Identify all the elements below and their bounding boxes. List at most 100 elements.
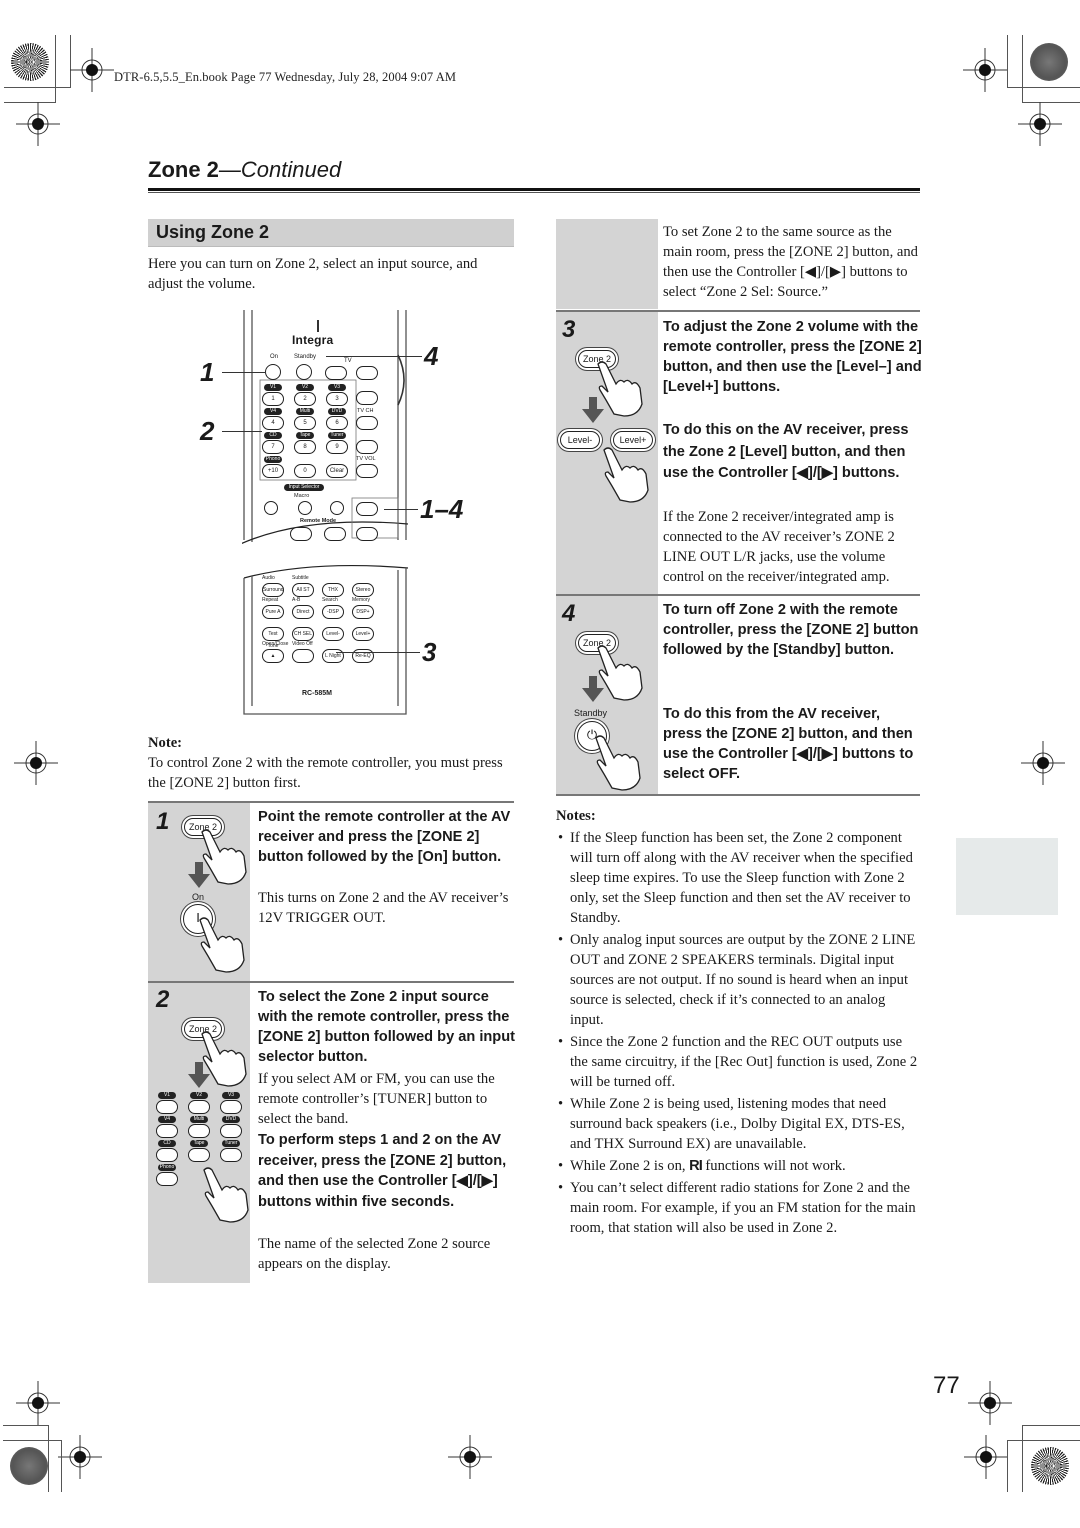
remote-input-button: 0 xyxy=(294,464,316,478)
remote-input-tag: V1 xyxy=(264,384,282,391)
remote-tv-input-button xyxy=(356,366,378,380)
remote-input-button: +10 xyxy=(262,464,284,478)
remote-lower-button: All ST xyxy=(292,583,314,597)
remote-input-button: 1 xyxy=(262,392,284,406)
step-2-continued-icon-column xyxy=(556,219,658,309)
remote-lower-button: Surround xyxy=(262,583,284,597)
registration-mark-icon xyxy=(968,1381,1012,1425)
remote-input-button: 8 xyxy=(294,440,316,454)
remote-lower-button: Test Tone xyxy=(262,627,284,649)
remote-input-button: 4 xyxy=(262,416,284,430)
remote-lower-button: THX xyxy=(322,583,344,597)
on-button-label: On xyxy=(192,892,205,902)
remote-button-label: Video Off xyxy=(292,641,313,647)
input-button-icon xyxy=(156,1124,178,1138)
remote-macro-1-button xyxy=(264,501,278,515)
remote-zone2-button xyxy=(356,502,378,516)
callout-2: 2 xyxy=(200,416,215,446)
print-header-meta: DTR-6.5,5.5_En.book Page 77 Wednesday, J… xyxy=(114,70,457,84)
remote-mode-label: Remote Mode xyxy=(300,518,337,524)
pointing-hand-icon xyxy=(595,735,641,791)
page-title-main: Zone 2 xyxy=(148,157,219,182)
callout-line xyxy=(222,372,266,373)
remote-lower-button: DSP+ xyxy=(352,605,374,619)
remote-standby-button xyxy=(296,364,312,380)
step-1-heading: Point the remote controller at the AV re… xyxy=(258,809,511,865)
remote-input-button: 9 xyxy=(326,440,348,454)
tv-ch-label: TV CH xyxy=(357,408,374,414)
note-item: If the Sleep function has been set, the … xyxy=(556,828,920,928)
input-tag-icon: Tape xyxy=(190,1140,208,1147)
remote-input-tag: Phono xyxy=(264,456,282,463)
color-target-star-top-left xyxy=(11,43,49,81)
remote-button-label: Audio xyxy=(262,575,275,581)
crop-line xyxy=(1007,35,1008,88)
note-ri-text-before: While Zone 2 is on, xyxy=(570,1158,690,1174)
crop-line xyxy=(1007,1440,1080,1441)
callout-1-4: 1–4 xyxy=(420,494,464,524)
step-4-number: 4 xyxy=(562,600,576,627)
step-2-body: If you select AM or FM, you can use the … xyxy=(258,1071,495,1127)
remote-brand-logo: Integra xyxy=(292,333,334,347)
page-title-continued: —Continued xyxy=(218,157,342,182)
input-button-icon xyxy=(220,1148,242,1162)
registration-mark-icon xyxy=(14,741,58,785)
standby-label: Standby xyxy=(294,354,317,360)
registration-mark-icon xyxy=(16,102,60,146)
note-ri-text-after: functions will not work. xyxy=(701,1158,846,1174)
remote-button-label: Repeat xyxy=(262,597,279,603)
remote-lower-button: Level- xyxy=(322,627,344,641)
macro-label: Macro xyxy=(294,493,310,499)
input-tag-icon: CD xyxy=(158,1140,176,1147)
arrow-down-icon xyxy=(188,1062,210,1088)
title-rule-thin xyxy=(148,192,920,193)
remote-button-label: Memory xyxy=(352,597,371,603)
input-selector-tag: Input Selector xyxy=(284,484,324,491)
remote-input-tag: DVD xyxy=(328,408,346,415)
remote-input-tag: Multi CH xyxy=(296,408,314,421)
note-item: Only analog input sources are output by … xyxy=(556,930,920,1030)
input-button-icon xyxy=(188,1148,210,1162)
remote-input-button: 6 xyxy=(326,416,348,430)
callout-4: 4 xyxy=(424,341,439,371)
remote-mode-cd-button xyxy=(324,527,346,541)
note-item: Since the Zone 2 function and the REC OU… xyxy=(556,1032,920,1092)
step-4-heading: To turn off Zone 2 with the remote contr… xyxy=(663,602,919,658)
crop-line xyxy=(1022,1425,1080,1426)
arrow-down-icon xyxy=(582,397,604,423)
callout-line xyxy=(336,652,420,653)
section-header: Using Zone 2 xyxy=(148,219,514,247)
remote-lower-button: Stereo xyxy=(352,583,374,597)
registration-mark-icon xyxy=(1018,102,1062,146)
input-button-icon xyxy=(156,1148,178,1162)
remote-input-tag: V2 xyxy=(296,384,314,391)
remote-tv-vol-down-button xyxy=(356,464,378,478)
remote-lower-button xyxy=(292,649,314,663)
remote-lower-button: -DSP xyxy=(322,605,344,619)
remote-lower-button: ▲ xyxy=(262,649,284,663)
notes-title: Notes: xyxy=(556,808,596,824)
remote-input-tag: V4 xyxy=(264,408,282,415)
note-item: While Zone 2 is being used, listening mo… xyxy=(556,1094,920,1154)
pointing-hand-icon xyxy=(603,447,649,503)
remote-input-button: 2 xyxy=(294,392,316,406)
remote-lower-button: Direct xyxy=(292,605,314,619)
remote-lower-button: Level+ xyxy=(352,627,374,641)
registration-mark-icon xyxy=(1021,741,1065,785)
input-tag-icon: Phono xyxy=(158,1164,176,1171)
input-button-icon xyxy=(220,1124,242,1138)
crop-line xyxy=(1007,87,1080,88)
note-item-ri: While Zone 2 is on, RI functions will no… xyxy=(556,1156,920,1176)
step-2-body-display: The name of the selected Zone 2 source a… xyxy=(258,1236,491,1272)
registration-mark-icon xyxy=(963,48,1007,92)
input-button-icon xyxy=(188,1124,210,1138)
standby-button-label: Standby xyxy=(574,708,608,718)
step-2-number: 2 xyxy=(156,986,170,1013)
tv-label: TV xyxy=(344,358,352,364)
callout-1: 1 xyxy=(200,357,215,387)
crop-line xyxy=(1007,1440,1008,1492)
remote-input-button: 5 xyxy=(294,416,316,430)
color-target-star-bottom-right xyxy=(1031,1447,1069,1485)
input-tag-icon: V3 xyxy=(222,1092,240,1099)
callout-3: 3 xyxy=(422,637,437,667)
